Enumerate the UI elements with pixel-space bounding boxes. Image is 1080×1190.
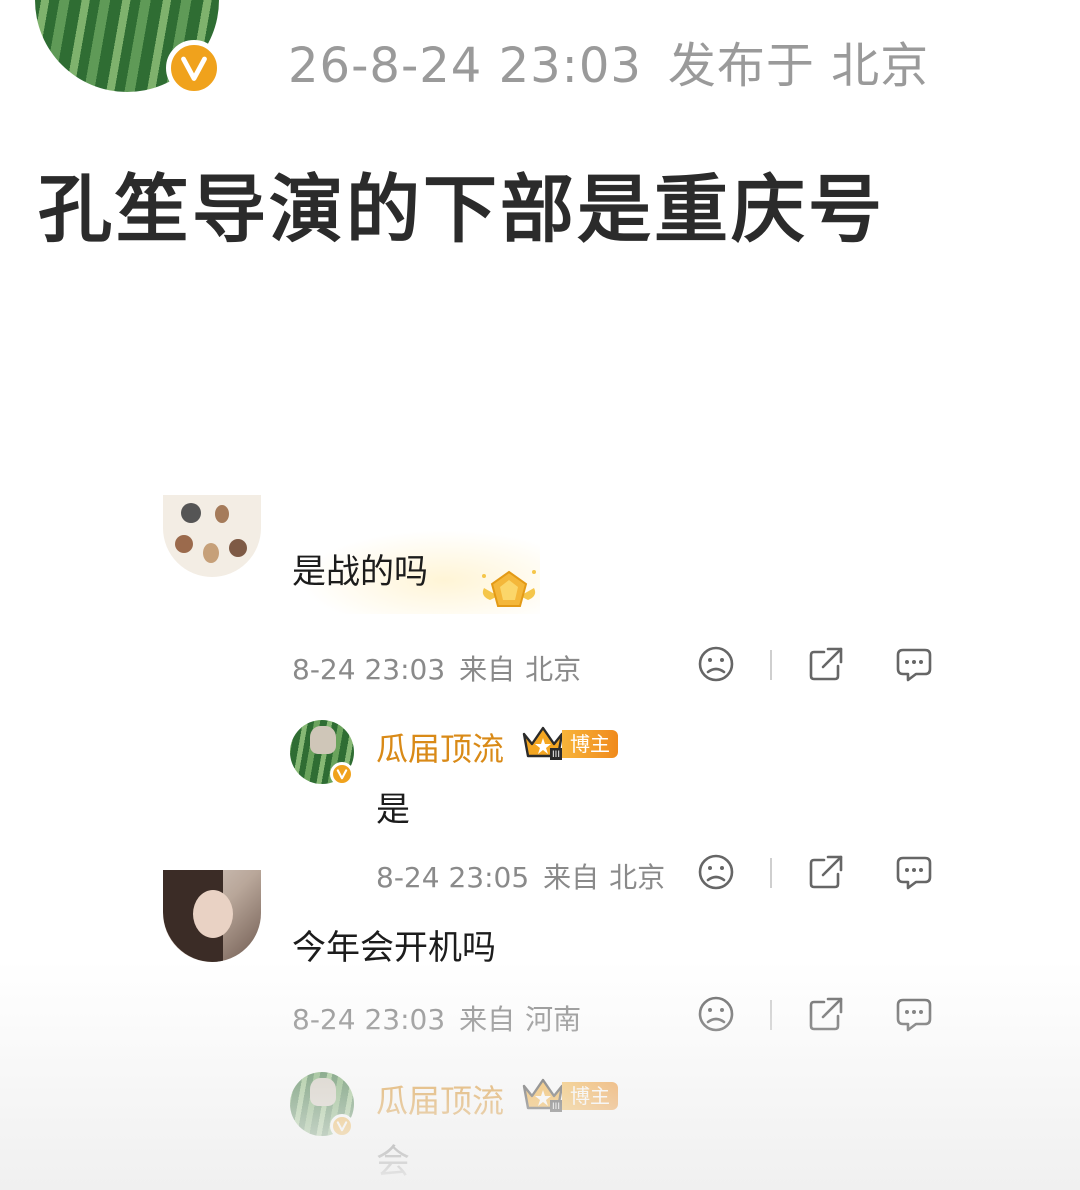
dislike-icon[interactable] [696, 852, 736, 892]
dislike-icon[interactable] [696, 994, 736, 1034]
share-icon[interactable] [806, 852, 846, 892]
gold-medal-icon [478, 566, 540, 618]
from-label: 来自 [543, 861, 600, 894]
blogger-badge: 博主 [562, 1082, 618, 1110]
comment-date: 8-24 23:03 [292, 653, 446, 686]
reply-author-name[interactable]: 瓜届顶流 [376, 724, 504, 770]
comment-location: 北京 [525, 653, 582, 686]
share-icon[interactable] [806, 994, 846, 1034]
avatar-figure [193, 890, 233, 938]
avatar-pattern [175, 535, 193, 553]
comment-date: 8-24 23:03 [292, 1003, 446, 1036]
avatar-pattern [203, 543, 219, 563]
action-separator [770, 1000, 772, 1030]
vip-badge-icon [166, 40, 222, 96]
action-separator [770, 650, 772, 680]
post-title: 孔笙导演的下部是重庆号 [38, 167, 885, 253]
commenter-avatar[interactable] [163, 870, 261, 962]
post-date: 26-8-24 23:03 [288, 38, 642, 94]
comment-icon[interactable] [894, 994, 934, 1034]
comment-location: 河南 [525, 1003, 582, 1036]
dislike-icon[interactable] [696, 644, 736, 684]
action-separator [770, 858, 772, 888]
reply-meta: 8-24 23:05 来自 北京 [376, 856, 665, 896]
avatar-pattern [215, 505, 229, 523]
reply-text: 会 [376, 1142, 410, 1182]
avatar-figure [310, 726, 336, 754]
vip-badge-icon [330, 762, 354, 786]
crown-icon: III [520, 1074, 566, 1114]
comment-icon[interactable] [894, 644, 934, 684]
crown-icon: III [520, 722, 566, 762]
avatar-figure [310, 1078, 336, 1106]
post-location: 发布于 北京 [667, 38, 930, 94]
svg-text:III: III [552, 1102, 560, 1112]
blogger-badge: 博主 [562, 730, 618, 758]
comment-meta: 8-24 23:03 来自 北京 [292, 648, 581, 688]
comment-meta: 8-24 23:03 来自 河南 [292, 998, 581, 1038]
avatar-pattern [229, 539, 247, 557]
vip-badge-icon [330, 1114, 354, 1138]
reply-author-name[interactable]: 瓜届顶流 [376, 1076, 504, 1122]
post-meta: 26-8-24 23:03 发布于 北京 [288, 26, 929, 96]
commenter-avatar[interactable] [163, 495, 261, 577]
share-icon[interactable] [806, 644, 846, 684]
svg-text:III: III [552, 750, 560, 760]
reply-text: 是 [376, 790, 410, 830]
comment-text: 今年会开机吗 [292, 928, 496, 968]
comment-icon[interactable] [894, 852, 934, 892]
weibo-comment-screenshot: 26-8-24 23:03 发布于 北京 孔笙导演的下部是重庆号 是战的吗 8-2… [0, 0, 1080, 1190]
avatar-pattern [181, 503, 201, 523]
comment-text: 是战的吗 [292, 552, 428, 592]
reply-date: 8-24 23:05 [376, 861, 530, 894]
reply-location: 北京 [609, 861, 666, 894]
from-label: 来自 [459, 1003, 516, 1036]
from-label: 来自 [459, 653, 516, 686]
